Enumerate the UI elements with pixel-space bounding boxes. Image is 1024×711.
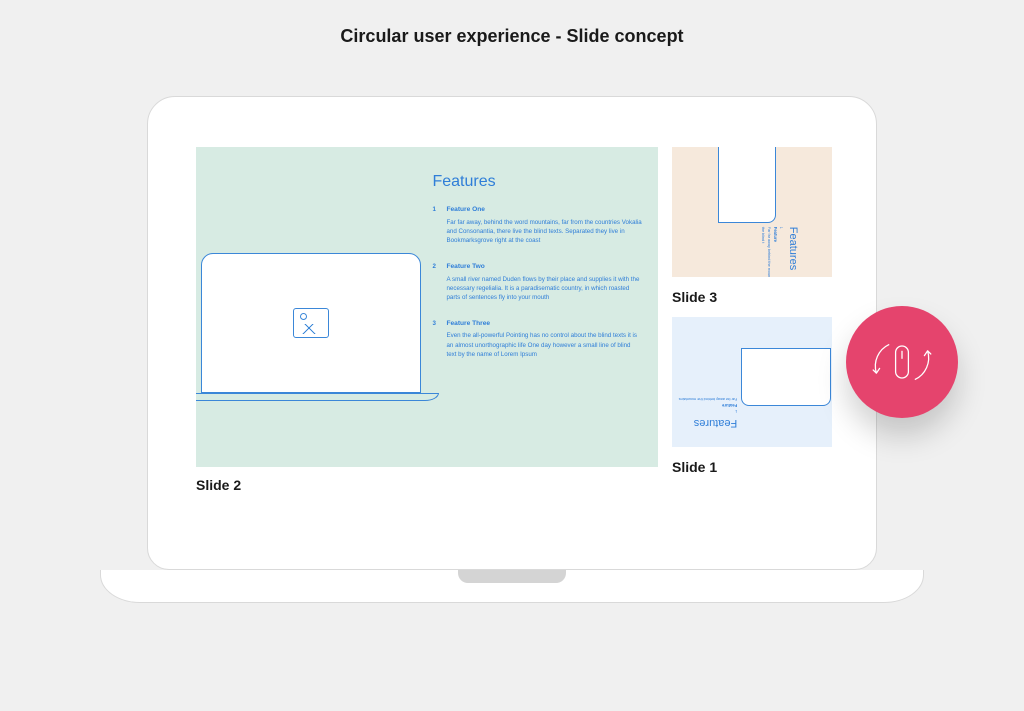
feature-item: 2 Feature Two A small river named Duden … <box>432 262 642 303</box>
feature-item: 3 Feature Three Even the all-powerful Po… <box>432 319 642 360</box>
laptop-screen: Features 1 Feature One Far far away, beh… <box>147 96 877 570</box>
image-placeholder-icon <box>293 308 329 338</box>
slide-2-illustration <box>196 147 426 467</box>
slide-2-card[interactable]: Features 1 Feature One Far far away, beh… <box>196 147 658 467</box>
laptop-base <box>100 570 924 603</box>
page-title: Circular user experience - Slide concept <box>0 0 1024 47</box>
rotate-mouse-icon <box>862 322 942 402</box>
slide-1-label: Slide 1 <box>672 459 832 475</box>
laptop-mockup: Features 1 Feature One Far far away, beh… <box>147 96 877 570</box>
rotate-badge[interactable] <box>846 306 958 418</box>
feature-item: 1 Feature One Far far away, behind the w… <box>432 205 642 246</box>
slide-2-label: Slide 2 <box>196 477 658 493</box>
slide-2-content: Features 1 Feature One Far far away, beh… <box>426 147 658 467</box>
slide-1-thumbnail[interactable]: Features 1 Feature Far far away behind t… <box>672 317 832 447</box>
slide-3-thumbnail[interactable]: Features 1 Feature Far far away behind t… <box>672 147 832 277</box>
slide-3-label: Slide 3 <box>672 289 832 305</box>
features-heading: Features <box>432 173 642 191</box>
